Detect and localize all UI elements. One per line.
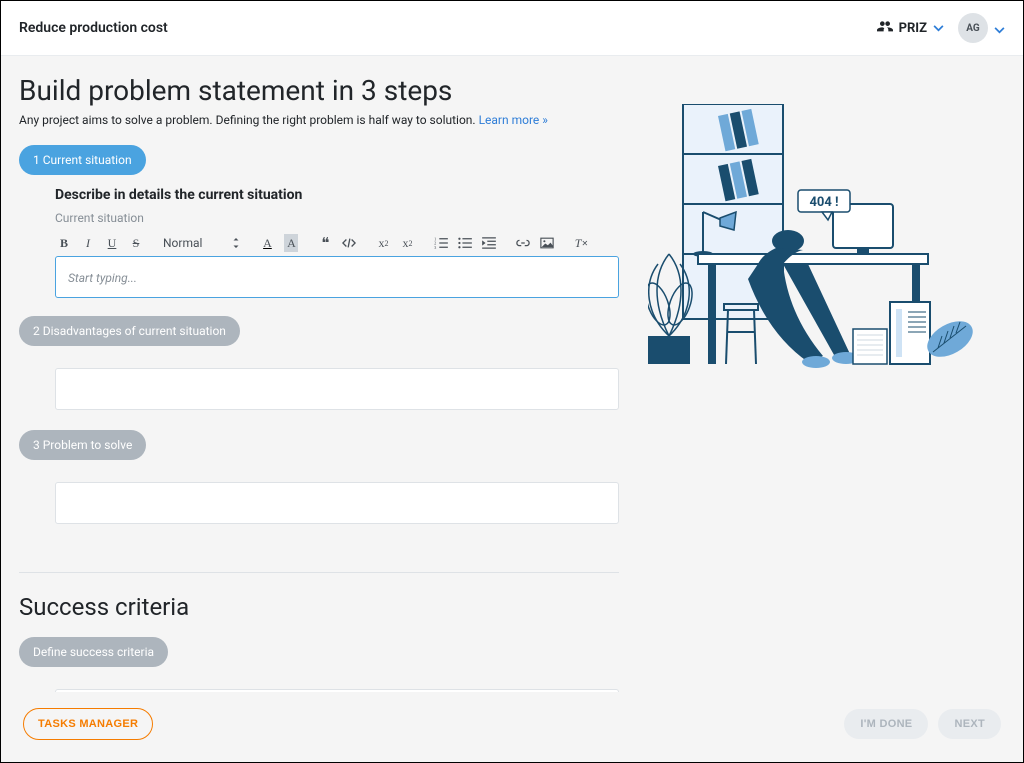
- step1-field-label: Current situation: [55, 211, 619, 225]
- bubble-text: 404 !: [809, 195, 838, 210]
- app-header: Reduce production cost PRIZ AG: [1, 1, 1023, 56]
- bold-button[interactable]: B: [57, 234, 71, 252]
- editor-toolbar: B I U S Normal: [55, 229, 619, 256]
- success-title: Success criteria: [19, 593, 619, 621]
- bg-color-button[interactable]: A: [284, 234, 298, 252]
- svg-text:3: 3: [435, 245, 437, 249]
- disadvantages-editor[interactable]: [55, 368, 619, 410]
- learn-more-link[interactable]: Learn more »: [479, 113, 548, 127]
- superscript-button[interactable]: x2: [400, 234, 414, 252]
- editor-placeholder: Start typing...: [68, 271, 137, 285]
- page-subtitle: Any project aims to solve a problem. Def…: [19, 113, 619, 127]
- image-button[interactable]: [540, 234, 554, 252]
- avatar: AG: [958, 13, 988, 43]
- step-pill-2[interactable]: 2 Disadvantages of current situation: [19, 316, 240, 346]
- step-pill-1[interactable]: 1 Current situation: [19, 145, 146, 175]
- link-button[interactable]: [516, 234, 530, 252]
- project-title: Reduce production cost: [19, 20, 168, 36]
- blockquote-button[interactable]: ❝: [318, 234, 332, 252]
- italic-button[interactable]: I: [81, 234, 95, 252]
- code-block-button[interactable]: [342, 234, 356, 252]
- page-title: Build problem statement in 3 steps: [19, 74, 619, 107]
- strike-button[interactable]: S: [129, 234, 143, 252]
- step-pill-3[interactable]: 3 Problem to solve: [19, 430, 146, 460]
- text-color-button[interactable]: A: [260, 234, 274, 252]
- header-right: PRIZ AG: [877, 13, 1005, 43]
- format-select[interactable]: Normal: [163, 236, 240, 250]
- unordered-list-button[interactable]: [458, 234, 472, 252]
- problem-editor[interactable]: [55, 482, 619, 524]
- indent-button[interactable]: [482, 234, 496, 252]
- success-pill[interactable]: Define success criteria: [19, 637, 168, 667]
- tasks-manager-button[interactable]: TASKS MANAGER: [23, 708, 153, 740]
- ordered-list-button[interactable]: 123: [434, 234, 448, 252]
- next-button[interactable]: NEXT: [938, 709, 1001, 739]
- step1-heading: Describe in details the current situatio…: [55, 187, 619, 203]
- org-name: PRIZ: [899, 21, 927, 36]
- user-menu[interactable]: AG: [958, 13, 1005, 43]
- group-icon: [877, 20, 893, 36]
- situation-editor[interactable]: Start typing...: [55, 256, 619, 298]
- main-content: Build problem statement in 3 steps Any p…: [1, 56, 1023, 692]
- footer: TASKS MANAGER I'M DONE NEXT: [1, 692, 1023, 762]
- clear-format-button[interactable]: T✕: [574, 234, 588, 252]
- done-button[interactable]: I'M DONE: [844, 709, 928, 739]
- chevron-down-icon: [933, 21, 944, 36]
- subscript-button[interactable]: x2: [376, 234, 390, 252]
- underline-button[interactable]: U: [105, 234, 119, 252]
- illustration-panel: 404 !: [643, 74, 983, 692]
- illustration-404: 404 !: [648, 104, 978, 384]
- org-selector[interactable]: PRIZ: [877, 20, 944, 36]
- chevron-down-icon: [994, 19, 1005, 38]
